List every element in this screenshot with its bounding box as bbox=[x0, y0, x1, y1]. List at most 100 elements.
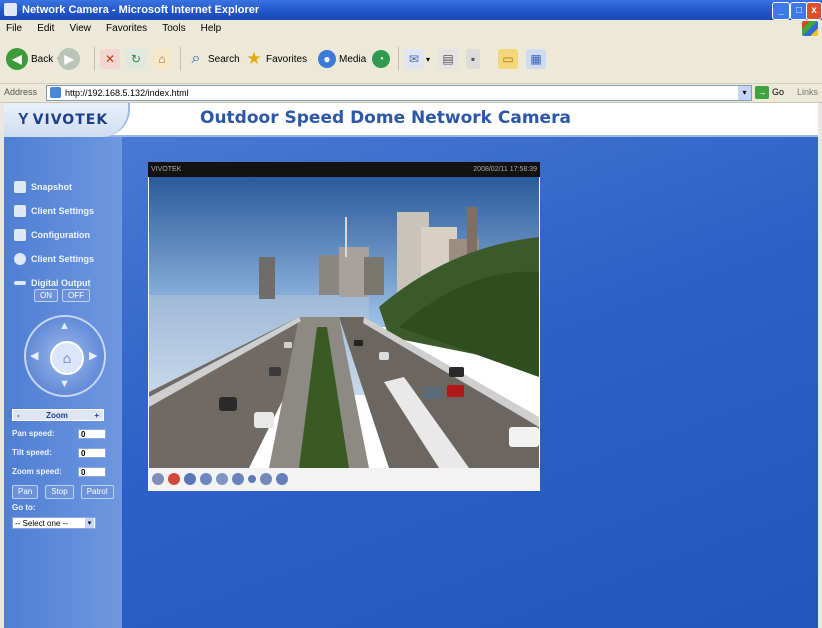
record-icon[interactable] bbox=[168, 473, 180, 485]
home-icon: ⌂ bbox=[152, 49, 172, 69]
history-icon: ◔ bbox=[372, 50, 390, 68]
links-button[interactable]: Links bbox=[797, 87, 818, 97]
zoom-speed-row: Zoom speed: 0 bbox=[12, 467, 112, 479]
chevron-down-icon: ▾ bbox=[85, 518, 94, 528]
media-icon: ● bbox=[318, 50, 336, 68]
minimize-button[interactable]: _ bbox=[772, 2, 790, 20]
fullscreen-icon[interactable] bbox=[260, 473, 272, 485]
search-label: Search bbox=[208, 53, 240, 65]
folder-icon: ▭ bbox=[498, 49, 518, 69]
zoom-speed-select[interactable]: 0 bbox=[78, 467, 106, 477]
mic-icon[interactable] bbox=[248, 475, 256, 483]
video-control-bar bbox=[148, 468, 540, 491]
video-caption-bar: VIVOTEK 2008/02/11 17:58:39 bbox=[148, 162, 540, 177]
patrol-button[interactable]: Patrol bbox=[80, 485, 114, 499]
pan-speed-select[interactable]: 0 bbox=[78, 429, 106, 439]
refresh-icon: ↻ bbox=[126, 49, 146, 69]
menu-file[interactable]: File bbox=[0, 20, 28, 37]
nav-snapshot[interactable]: Snapshot bbox=[14, 179, 72, 195]
zoom-in-button[interactable]: + bbox=[94, 411, 99, 420]
forward-arrow-icon: ▶ bbox=[58, 48, 80, 70]
ptz-up-icon[interactable]: ▲ bbox=[59, 320, 70, 332]
zoom-label: Zoom bbox=[46, 410, 68, 420]
nav-client-settings[interactable]: Client Settings bbox=[14, 203, 94, 219]
live-video-view[interactable] bbox=[149, 177, 539, 468]
url-field[interactable]: http://192.168.5.132/index.html ▾ bbox=[46, 85, 752, 101]
tilt-speed-row: Tilt speed: 0 bbox=[12, 448, 112, 460]
media-button[interactable]: ● Media bbox=[318, 45, 366, 73]
nav-configuration-label: Configuration bbox=[31, 230, 90, 240]
close-button[interactable]: x bbox=[806, 2, 822, 20]
home-button[interactable]: ⌂ bbox=[152, 45, 172, 73]
favorites-label: Favorites bbox=[266, 53, 308, 65]
tilt-speed-select[interactable]: 0 bbox=[78, 448, 106, 458]
go-button[interactable]: Go bbox=[772, 87, 784, 97]
windows-logo-icon bbox=[802, 21, 818, 36]
video-frame: VIVOTEK 2008/02/11 17:58:39 bbox=[148, 162, 540, 491]
forward-button[interactable]: ▶ bbox=[58, 45, 80, 73]
url-dropdown-icon[interactable]: ▾ bbox=[738, 86, 751, 100]
pan-speed-label: Pan speed: bbox=[12, 429, 55, 438]
pan-speed-row: Pan speed: 0 bbox=[12, 429, 112, 441]
messenger-button[interactable]: ▦ bbox=[526, 45, 546, 73]
address-bar: Address http://192.168.5.132/index.html … bbox=[0, 84, 822, 103]
digital-output-on-button[interactable]: ON bbox=[34, 289, 58, 302]
search-icon: ⌕ bbox=[191, 50, 201, 67]
zoom-ctrl-icon[interactable] bbox=[276, 473, 288, 485]
talk-icon[interactable] bbox=[232, 473, 244, 485]
window-title: Network Camera - Microsoft Internet Expl… bbox=[22, 4, 260, 16]
preset-select[interactable]: -- Select one -- ▾ bbox=[12, 517, 96, 529]
nav-client-settings-2[interactable]: Client Settings bbox=[14, 251, 94, 267]
camera-icon bbox=[14, 181, 26, 193]
edit-button[interactable]: ▪ bbox=[466, 45, 480, 73]
menu-help[interactable]: Help bbox=[195, 20, 228, 37]
logo-mark-icon: Y bbox=[18, 111, 29, 128]
client-icon bbox=[14, 205, 26, 217]
star-icon: ★ bbox=[246, 49, 262, 68]
stop-ctrl-icon[interactable] bbox=[200, 473, 212, 485]
highway-scene-image bbox=[149, 177, 539, 468]
folder-button[interactable]: ▭ bbox=[498, 45, 518, 73]
search-button[interactable]: ⌕ Search bbox=[186, 45, 240, 73]
ptz-down-icon[interactable]: ▼ bbox=[59, 378, 70, 390]
zoom-control: - Zoom + bbox=[12, 409, 104, 421]
favorites-button[interactable]: ★ Favorites bbox=[244, 45, 307, 73]
menu-edit[interactable]: Edit bbox=[31, 20, 60, 37]
mail-button[interactable]: ✉ ▾ bbox=[404, 45, 430, 73]
ptz-left-icon[interactable]: ◀ bbox=[30, 349, 38, 362]
back-button[interactable]: ◀ Back ▾ bbox=[6, 45, 61, 73]
ptz-right-icon[interactable]: ▶ bbox=[89, 349, 97, 362]
stop-button[interactable]: Stop bbox=[45, 485, 74, 499]
volume-icon[interactable] bbox=[216, 473, 228, 485]
ptz-control-pad: ▲ ▼ ◀ ▶ ⌂ bbox=[24, 315, 106, 397]
pan-button[interactable]: Pan bbox=[12, 485, 39, 499]
snapshot-ctrl-icon[interactable] bbox=[152, 473, 164, 485]
camera-page: Y VIVOTEK Outdoor Speed Dome Network Cam… bbox=[4, 103, 818, 628]
pause-icon[interactable] bbox=[184, 473, 196, 485]
stop-icon: ✕ bbox=[100, 49, 120, 69]
print-button[interactable]: ▤ bbox=[438, 45, 458, 73]
tilt-speed-label: Tilt speed: bbox=[12, 448, 52, 457]
digital-output-buttons: ON OFF bbox=[34, 289, 90, 302]
history-button[interactable]: ◔ bbox=[372, 45, 390, 73]
zoom-out-button[interactable]: - bbox=[17, 411, 20, 420]
menu-favorites[interactable]: Favorites bbox=[100, 20, 153, 37]
video-caption-left: VIVOTEK bbox=[151, 166, 182, 173]
goto-label: Go to: bbox=[12, 503, 36, 512]
go-arrow-icon[interactable]: → bbox=[755, 86, 769, 99]
digital-output-off-button[interactable]: OFF bbox=[62, 289, 90, 302]
ptz-home-button[interactable]: ⌂ bbox=[50, 341, 84, 375]
nav-digital-output-label: Digital Output bbox=[31, 278, 91, 288]
nav-configuration[interactable]: Configuration bbox=[14, 227, 90, 243]
refresh-button[interactable]: ↻ bbox=[126, 45, 146, 73]
window-titlebar: Network Camera - Microsoft Internet Expl… bbox=[0, 0, 822, 20]
print-icon: ▤ bbox=[438, 49, 458, 69]
stop-button[interactable]: ✕ bbox=[100, 45, 120, 73]
messenger-icon: ▦ bbox=[526, 49, 546, 69]
menu-view[interactable]: View bbox=[63, 20, 97, 37]
nav-client-label: Client Settings bbox=[31, 206, 95, 216]
control-sidebar: Snapshot Client Settings Configuration C… bbox=[4, 137, 122, 628]
menu-tools[interactable]: Tools bbox=[156, 20, 191, 37]
back-arrow-icon: ◀ bbox=[6, 48, 28, 70]
mail-dropdown-icon: ▾ bbox=[426, 54, 431, 64]
